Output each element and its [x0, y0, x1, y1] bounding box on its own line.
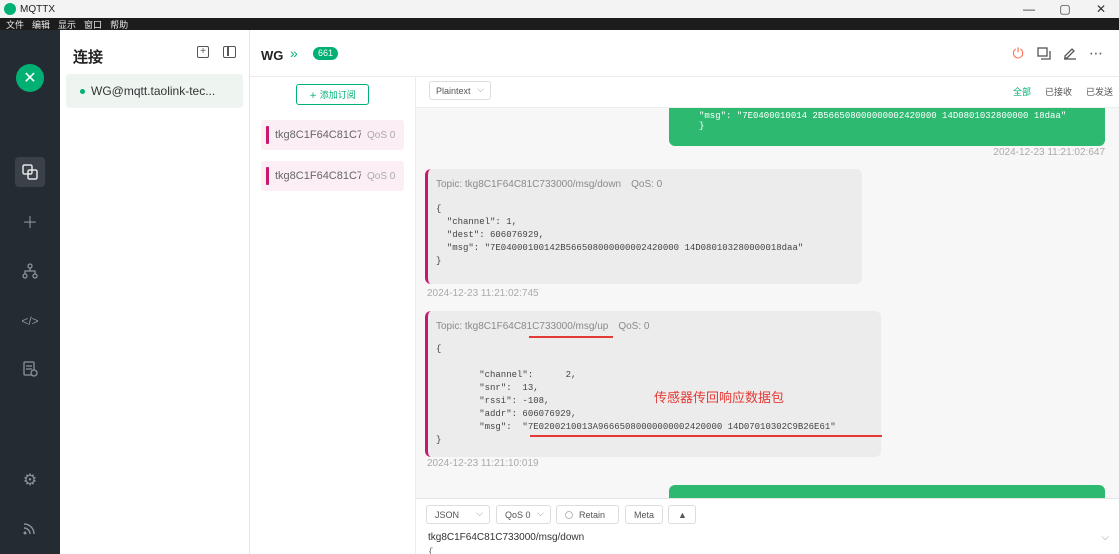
- annotation-text: 传感器传回响应数据包: [654, 391, 785, 406]
- title-bar: MQTTX — ▢ ✕: [0, 0, 1119, 18]
- message-qos: QoS: 0: [618, 321, 650, 332]
- more-icon[interactable]: ⋯: [1083, 44, 1109, 62]
- status-dot-icon: [80, 88, 85, 94]
- subscription-qos: QoS 0: [367, 129, 396, 141]
- tab-received[interactable]: 已接收: [1045, 85, 1072, 98]
- annotation-underline-msg: [530, 435, 882, 437]
- subscription-topic: tkg8C1F64C81C7...: [275, 129, 361, 141]
- subscription-topic: tkg8C1F64C81C7...: [275, 170, 361, 182]
- connections-panel: 连接 + WG@mqtt.taolink-tec...: [60, 30, 250, 554]
- message-filter-tabs: 全部 已接收 已发送: [999, 85, 1113, 98]
- tab-all[interactable]: 全部: [1013, 85, 1031, 98]
- edit-icon[interactable]: [1057, 44, 1083, 62]
- retain-toggle[interactable]: Retain: [556, 505, 619, 524]
- connection-header: WG » 661 ⏻ ⋯: [250, 30, 1119, 77]
- code-icon[interactable]: </>: [15, 306, 45, 336]
- subscription-color-bar: [266, 126, 269, 144]
- menu-window[interactable]: 窗口: [84, 18, 102, 31]
- mqttx-logo-icon: ✕: [16, 64, 44, 92]
- connections-icon[interactable]: [15, 157, 45, 187]
- app-logo-icon: [4, 3, 16, 15]
- maximize-button[interactable]: ▢: [1047, 0, 1083, 18]
- message-topic-line: Topic: tkg8C1F64C81C733000/msg/up QoS: 0: [436, 321, 649, 332]
- message-payload: { "channel": 1, "dest": 606076929, "msg"…: [436, 204, 804, 266]
- new-connection-icon[interactable]: +: [197, 46, 209, 58]
- menu-help[interactable]: 帮助: [110, 18, 128, 31]
- collapse-chevron-icon[interactable]: »: [290, 45, 298, 61]
- menu-bar: 文件 编辑 显示 窗口 帮助: [0, 18, 1119, 31]
- message-time: 2024-12-23 11:21:10:019: [427, 458, 539, 469]
- payload-format-select[interactable]: Plaintext ⌵: [429, 81, 491, 100]
- expand-composer-button[interactable]: ▲: [668, 505, 696, 524]
- subscription-item[interactable]: tkg8C1F64C81C7... QoS 0: [261, 161, 404, 191]
- subscription-color-bar: [266, 167, 269, 185]
- up-arrow-icon: ▲: [678, 509, 687, 520]
- message-topic-line: Topic: tkg8C1F64C81C733000/msg/down QoS: …: [436, 179, 662, 190]
- message-time: 2024-12-23 11:21:02:745: [427, 288, 539, 299]
- minimize-button[interactable]: —: [1011, 0, 1047, 18]
- message-qos: QoS: 0: [631, 179, 663, 190]
- payload-format-value: Plaintext: [436, 85, 471, 96]
- retain-checkbox-icon: [565, 510, 573, 519]
- connection-item[interactable]: WG@mqtt.taolink-tec...: [66, 74, 243, 108]
- new-window-icon[interactable]: [1031, 44, 1057, 62]
- header-actions: ⏻ ⋯: [1005, 44, 1109, 62]
- retain-label: Retain: [579, 509, 606, 520]
- chevron-down-icon: ⌵: [476, 508, 483, 518]
- subscriptions-panel: + 添加订阅 tkg8C1F64C81C7... QoS 0 tkg8C1F64…: [250, 77, 416, 554]
- disconnect-icon[interactable]: ⏻: [1005, 44, 1031, 62]
- log-icon[interactable]: [15, 354, 45, 384]
- message-list[interactable]: Plaintext ⌵ 全部 已接收 已发送 "msg": "7E0400010…: [416, 77, 1119, 498]
- message-count-badge: 661: [313, 47, 339, 60]
- window-title: MQTTX: [20, 3, 55, 15]
- composer-qos-select[interactable]: QoS 0 ⌵: [496, 505, 551, 524]
- left-nav: ✕ ＋ </> ⚙: [0, 30, 60, 554]
- sent-message-bubble[interactable]: [669, 485, 1105, 498]
- chevron-down-icon: ⌵: [537, 508, 544, 518]
- plus-icon[interactable]: ＋: [15, 206, 45, 236]
- composer-format-value: JSON: [435, 509, 460, 520]
- subscription-item[interactable]: tkg8C1F64C81C7... QoS 0: [261, 120, 404, 150]
- window-controls: — ▢ ✕: [1011, 0, 1119, 18]
- connection-name: WG@mqtt.taolink-tec...: [91, 84, 216, 98]
- annotation-underline-topic: [529, 336, 613, 338]
- toggle-layout-icon[interactable]: [223, 46, 236, 58]
- message-time: 2024-12-23 11:21:02:647: [993, 147, 1105, 158]
- composer-format-select[interactable]: JSON ⌵: [426, 505, 490, 524]
- message-topic: Topic: tkg8C1F64C81C733000/msg/up: [436, 321, 609, 332]
- chevron-down-icon[interactable]: ⌵: [1101, 532, 1109, 543]
- menu-view[interactable]: 显示: [58, 18, 76, 31]
- add-subscription-button[interactable]: + 添加订阅: [296, 84, 369, 105]
- meta-label: Meta: [634, 509, 655, 520]
- connections-title: 连接: [73, 48, 104, 66]
- received-message-bubble[interactable]: Topic: tkg8C1F64C81C733000/msg/down QoS: …: [425, 169, 862, 284]
- sent-message-bubble[interactable]: "msg": "7E0400010014 2B56650800000000242…: [669, 108, 1105, 146]
- tab-sent[interactable]: 已发送: [1086, 85, 1113, 98]
- message-composer: JSON ⌵ QoS 0 ⌵ Retain Meta ▲ tkg8C1F64C8…: [416, 498, 1119, 554]
- settings-icon[interactable]: ⚙: [15, 465, 45, 495]
- close-button[interactable]: ✕: [1083, 0, 1119, 18]
- menu-file[interactable]: 文件: [6, 18, 24, 31]
- composer-payload-input[interactable]: {: [428, 547, 433, 554]
- message-toolbar: Plaintext ⌵ 全部 已接收 已发送: [416, 77, 1119, 108]
- meta-button[interactable]: Meta: [625, 505, 663, 524]
- composer-qos-value: QoS 0: [505, 509, 531, 520]
- subscribe-icon[interactable]: [15, 513, 45, 543]
- menu-edit[interactable]: 编辑: [32, 18, 50, 31]
- connection-title: WG: [261, 48, 284, 63]
- composer-topic-input[interactable]: tkg8C1F64C81C733000/msg/down: [428, 532, 584, 543]
- message-topic: Topic: tkg8C1F64C81C733000/msg/down: [436, 179, 622, 190]
- scripts-icon[interactable]: [15, 256, 45, 286]
- chevron-down-icon: ⌵: [477, 84, 484, 94]
- subscription-qos: QoS 0: [367, 170, 396, 182]
